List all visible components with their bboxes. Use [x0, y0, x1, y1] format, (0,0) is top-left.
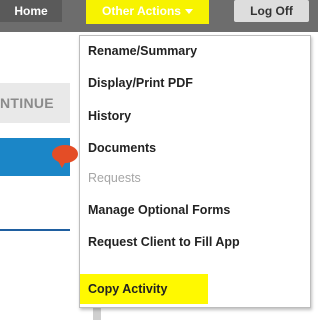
menu-item-rename-summary[interactable]: Rename/Summary [80, 36, 310, 66]
menu-item-copy-activity[interactable]: Copy Activity [80, 274, 208, 304]
comment-bubble-icon[interactable] [52, 145, 78, 168]
log-off-button[interactable]: Log Off [234, 0, 309, 22]
divider-line [0, 229, 70, 231]
chevron-down-icon [184, 9, 193, 15]
menu-item-documents[interactable]: Documents [80, 133, 310, 163]
menu-item-display-print-pdf[interactable]: Display/Print PDF [80, 68, 310, 98]
menu-item-requests: Requests [88, 171, 141, 185]
other-actions-tab[interactable]: Other Actions [86, 0, 209, 24]
other-actions-dropdown: Rename/Summary Display/Print PDF History… [79, 35, 311, 308]
menu-item-request-client-fill-app[interactable]: Request Client to Fill App [80, 227, 310, 257]
top-nav-bar: Home Other Actions Log Off [0, 0, 318, 32]
menu-item-history[interactable]: History [80, 101, 310, 131]
other-actions-label: Other Actions [102, 4, 181, 18]
home-tab[interactable]: Home [0, 0, 62, 22]
continue-label: NTINUE [0, 95, 54, 111]
continue-button-partial[interactable]: NTINUE [0, 83, 70, 123]
menu-item-manage-optional-forms[interactable]: Manage Optional Forms [80, 195, 310, 225]
